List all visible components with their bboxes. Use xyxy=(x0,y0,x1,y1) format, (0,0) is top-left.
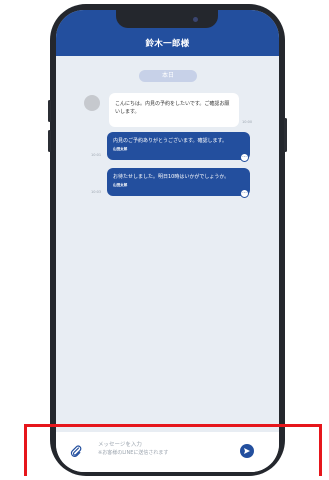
page-title: 鈴木一郎様 xyxy=(145,39,190,49)
phone-side-button xyxy=(48,100,51,122)
message-sender: 山田太郎 xyxy=(113,183,128,187)
message-text: 内見のご予約ありがとうございます。確認します。 xyxy=(113,138,228,144)
message-time: 10:03 xyxy=(91,190,102,194)
highlight-box xyxy=(24,424,322,476)
avatar xyxy=(84,95,100,111)
more-options-icon[interactable]: ··· xyxy=(240,189,249,198)
phone-side-button xyxy=(48,130,51,152)
camera-icon xyxy=(193,17,198,22)
outgoing-message: 内見のご予約ありがとうございます。確認します。 山田太郎 xyxy=(107,132,250,160)
date-separator: 本日 xyxy=(139,70,197,82)
app-screen: 鈴木一郎様 本日 こんにちは。内見の予約をしたいです。ご確認お願いします。 10… xyxy=(56,10,279,472)
message-time: 10:01 xyxy=(91,153,102,157)
incoming-message: こんにちは。内見の予約をしたいです。ご確認お願いします。 xyxy=(109,93,239,127)
phone-notch xyxy=(116,10,218,28)
more-options-icon[interactable]: ··· xyxy=(240,153,249,162)
chat-header: 鈴木一郎様 xyxy=(56,10,279,56)
message-time: 10:00 xyxy=(242,120,253,124)
message-sender: 山田太郎 xyxy=(113,147,128,151)
outgoing-message: お待たせしました。明日10時はいかがでしょうか。 山田太郎 xyxy=(107,168,250,196)
phone-side-button xyxy=(284,118,287,152)
message-text: お待たせしました。明日10時はいかがでしょうか。 xyxy=(113,174,230,180)
message-text: こんにちは。内見の予約をしたいです。ご確認お願いします。 xyxy=(115,101,230,115)
